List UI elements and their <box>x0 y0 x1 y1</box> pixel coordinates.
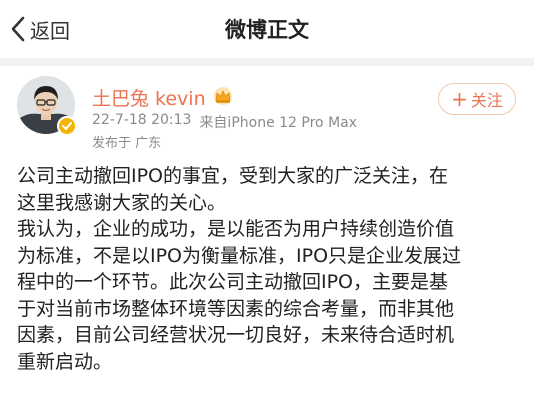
post-line: 我认为，企业的成功，是以能否为用户持续创造价值 <box>17 218 455 240</box>
follow-button[interactable]: + 关注 <box>438 83 516 115</box>
plus-icon: + <box>451 87 468 111</box>
avatar[interactable] <box>17 76 77 136</box>
post-line: 重新启动。 <box>17 350 113 373</box>
page-title: 微博正文 <box>225 18 309 42</box>
post-meta: 22-7-18 20:13 来自iPhone 12 Pro Max <box>92 112 357 132</box>
username[interactable]: 土巴兔 kevin <box>92 84 206 111</box>
post-line: 于对当前市场整体环境等因素的综合考量，而非其他 <box>17 297 455 320</box>
post-line: 公司主动撤回IPO的事宜，受到大家的广泛关注，在 <box>17 165 449 187</box>
author-name-row: 土巴兔 kevin <box>92 84 234 111</box>
follow-label: 关注 <box>470 91 503 110</box>
post-source: 来自iPhone 12 Pro Max <box>199 115 358 131</box>
verified-badge-icon <box>57 116 77 136</box>
post-location: 发布于 广东 <box>92 136 162 151</box>
crown-icon[interactable] <box>212 86 234 110</box>
post-line: 程中的一个环节。此次公司主动撤回IPO，主要是基 <box>17 271 449 293</box>
post-body: 公司主动撤回IPO的事宜，受到大家的广泛关注，在 这里我感谢大家的关心。 我认为… <box>17 163 522 375</box>
header-divider <box>0 58 534 66</box>
top-nav-bar: 返回 微博正文 <box>0 0 534 58</box>
post-line: 这里我感谢大家的关心。 <box>17 191 227 214</box>
post-date: 22-7-18 20:13 <box>92 112 192 128</box>
post-line: 为标准，不是以IPO为衡量标准，IPO只是企业发展过 <box>17 244 462 267</box>
post-line: 因素，目前公司经营状况一切良好，未来待合适时机 <box>17 324 455 346</box>
